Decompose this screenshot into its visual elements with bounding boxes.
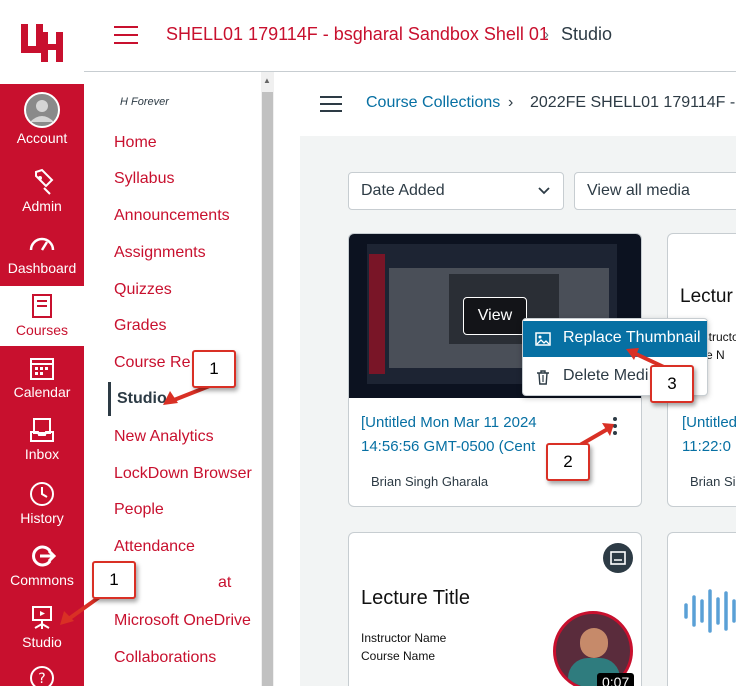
course-nav-assignments[interactable]: Assignments [114,244,206,262]
course-nav-announcements[interactable]: Announcements [114,207,230,225]
thumbnail-course: Course Name [361,649,436,663]
nav-inbox[interactable]: Inbox [0,410,84,472]
breadcrumb-course[interactable]: SHELL01 179114F - bsgharal Sandbox Shell… [166,24,549,45]
callout-2-more-options: 2 [546,443,590,481]
menu-item-label: Delete Medi [563,367,649,384]
thumbnail-heading: Lectur [680,286,733,307]
course-nav-scrollbar[interactable]: ▲ [261,72,274,686]
sort-select[interactable]: Date Added [348,172,564,210]
media-author: Brian Sin [690,474,736,489]
callout-1-studio-course-nav: 1 [192,350,236,388]
menu-item-label: Replace Thumbnail [563,329,701,346]
thumbnail-instructor: Instructor Name [361,631,447,645]
studio-breadcrumb-current: 2022FE SHELL01 179114F - [530,94,736,111]
nav-label: Dashboard [7,260,77,276]
scroll-up-icon[interactable]: ▲ [263,76,271,85]
image-icon [535,332,551,346]
nav-label: Calendar [13,384,71,400]
commons-icon [32,545,56,567]
media-title-line1[interactable]: [Untitled Mon Mar 11 2024 [361,412,537,434]
chevron-down-icon [538,187,550,195]
calendar-icon [30,358,54,380]
course-nav-home[interactable]: Home [114,134,157,152]
nav-label: Account [16,130,68,146]
course-nav-quizzes[interactable]: Quizzes [114,281,172,299]
course-nav-subtitle: H Forever [120,96,169,108]
breadcrumb-separator: › [544,26,549,43]
nav-studio[interactable]: Studio [0,598,84,660]
svg-text:?: ? [38,671,45,686]
inbox-icon [30,418,54,442]
sort-select-value: Date Added [361,182,445,199]
replace-thumbnail-menu-item[interactable]: Replace Thumbnail [523,321,707,357]
uh-logo-icon [21,24,63,62]
nav-courses[interactable]: Courses [0,286,84,346]
media-title-line2[interactable]: 11:22:0 [682,436,731,458]
nav-label: Commons [10,572,74,588]
course-nav-studio[interactable]: Studio [108,382,167,416]
studio-breadcrumb-separator: › [508,94,514,111]
media-title-line1[interactable]: [Untitled [682,412,736,434]
more-options-icon[interactable] [607,415,623,437]
nav-label: Admin [22,198,62,214]
course-nav-syllabus[interactable]: Syllabus [114,170,174,188]
thumbnail-heading: Lecture Title [361,587,470,609]
view-button[interactable]: View [463,297,527,335]
scrollbar-thumb[interactable] [262,92,273,686]
callout-3-replace-thumbnail: 3 [650,365,694,403]
course-nav-grades[interactable]: Grades [114,317,166,335]
trash-icon [537,370,549,385]
studio-topbar: Course Collections › 2022FE SHELL01 1791… [274,72,736,136]
course-nav-collaborations[interactable]: Collaborations [114,649,216,667]
captions-icon [603,543,633,573]
course-nav-course-reserves[interactable]: Course Re [114,354,190,372]
course-nav-new-analytics[interactable]: New Analytics [114,428,214,446]
course-menu-toggle-icon[interactable] [114,26,138,46]
admin-icon [35,168,54,195]
uh-logo[interactable] [0,0,84,84]
help-icon: ? [30,666,54,686]
breadcrumb-page: Studio [561,24,613,44]
course-nav-onedrive[interactable]: Microsoft OneDrive [114,612,251,630]
audio-waveform-icon [684,589,736,633]
nav-help[interactable]: ? [0,660,84,686]
nav-calendar[interactable]: Calendar [0,348,84,410]
course-nav-people[interactable]: People [114,501,164,519]
nav-label: Studio [22,634,62,650]
nav-history[interactable]: History [0,474,84,536]
callout-1-studio-global-nav: 1 [92,561,136,599]
course-nav-chat[interactable]: at [218,574,231,592]
nav-label: History [20,510,64,526]
studio-icon [32,606,52,629]
course-header: SHELL01 179114F - bsgharal Sandbox Shell… [84,0,736,72]
studio-menu-icon[interactable] [320,96,342,112]
filter-select[interactable]: View all media [574,172,736,210]
course-nav-lockdown-browser[interactable]: LockDown Browser [114,465,252,483]
studio-media-area: Date Added View all media View [Untitled… [300,136,736,686]
nav-admin[interactable]: Admin [0,162,84,224]
filter-select-value: View all media [587,182,690,199]
presenter-face [580,628,608,658]
nav-dashboard[interactable]: Dashboard [0,224,84,286]
nav-label: Inbox [24,446,60,462]
course-nav-attendance[interactable]: Attendance [114,538,195,556]
nav-account[interactable]: Account [0,86,84,148]
media-card[interactable]: Lecture Title Instructor Name Course Nam… [348,532,642,686]
dashboard-icon [29,237,55,251]
history-icon [30,482,54,506]
account-icon [24,92,60,128]
media-author: Brian Singh Gharala [371,474,489,489]
studio-breadcrumb-collections[interactable]: Course Collections [366,94,500,112]
media-card[interactable] [667,532,736,686]
nav-label: Courses [15,322,69,338]
global-nav: Account Admin Dashboard Courses Calendar [0,0,84,686]
courses-icon [32,294,52,318]
duration-badge: 0:07 [597,673,635,686]
thumbnail-sidebar [369,254,385,374]
media-title-line2[interactable]: 14:56:56 GMT-0500 (Cent [361,436,535,458]
nav-commons[interactable]: Commons [0,536,84,598]
